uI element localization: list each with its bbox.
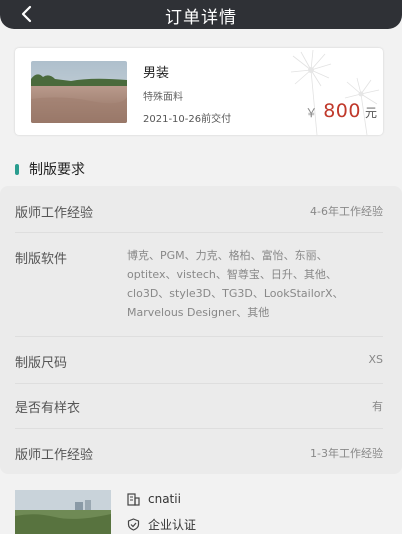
currency-symbol: ￥ bbox=[305, 106, 318, 120]
software-line: clo3D、style3D、TG3D、LookStailorX、 bbox=[127, 287, 344, 300]
req-label: 制版软件 bbox=[15, 252, 68, 267]
company-card[interactable]: cnatii 企业认证 bbox=[15, 490, 387, 534]
price-unit: 元 bbox=[364, 106, 377, 120]
software-line: Marvelous Designer、其他 bbox=[127, 306, 270, 319]
req-label: 版师工作经验 bbox=[15, 206, 94, 221]
company-verify-row: 企业认证 bbox=[127, 516, 196, 533]
software-line: 博克、PGM、力克、格柏、富怡、东丽、 bbox=[127, 249, 328, 262]
req-label: 制版尺码 bbox=[15, 356, 68, 371]
verify-label: 企业认证 bbox=[148, 518, 197, 532]
shield-check-icon bbox=[127, 518, 140, 531]
product-title: 男装 bbox=[143, 66, 170, 81]
price-value: 800 bbox=[323, 100, 361, 122]
req-value: 有 bbox=[372, 400, 383, 413]
product-image[interactable] bbox=[31, 61, 127, 123]
req-row-size: 制版尺码 XS bbox=[15, 336, 383, 384]
req-row-software: 制版软件 博克、PGM、力克、格柏、富怡、东丽、 optitex、vistech… bbox=[15, 232, 383, 337]
software-line: optitex、vistech、智尊宝、日升、其他、 bbox=[127, 268, 337, 281]
page-title: 订单详情 bbox=[165, 8, 237, 28]
delivery-date: 2021-10-26前交付 bbox=[143, 114, 232, 125]
req-row-experience-2: 版师工作经验 1-3年工作经验 bbox=[15, 428, 383, 474]
building-icon bbox=[127, 492, 140, 506]
req-label: 版师工作经验 bbox=[15, 448, 94, 463]
section-title: 制版要求 bbox=[29, 162, 85, 178]
req-label: 是否有样衣 bbox=[15, 401, 81, 416]
req-value: 1-3年工作经验 bbox=[310, 447, 383, 460]
req-row-experience: 版师工作经验 4-6年工作经验 bbox=[15, 186, 383, 233]
price: ￥ 800 元 bbox=[305, 100, 377, 122]
requirements-card: 版师工作经验 4-6年工作经验 制版软件 博克、PGM、力克、格柏、富怡、东丽、… bbox=[0, 186, 402, 474]
software-list: 博克、PGM、力克、格柏、富怡、东丽、 optitex、vistech、智尊宝、… bbox=[127, 246, 383, 322]
order-summary-card[interactable]: 男装 特殊面料 2021-10-26前交付 ￥ 800 元 bbox=[15, 48, 383, 135]
req-value: 4-6年工作经验 bbox=[310, 205, 383, 218]
req-row-sample: 是否有样衣 有 bbox=[15, 383, 383, 429]
company-name-row: cnatii bbox=[127, 492, 181, 506]
section-accent-bar bbox=[15, 163, 19, 175]
top-navbar: 订单详情 bbox=[0, 0, 402, 29]
section-header: 制版要求 bbox=[15, 159, 85, 179]
material-label: 特殊面料 bbox=[143, 92, 183, 103]
req-value: XS bbox=[368, 353, 383, 366]
company-image[interactable] bbox=[15, 490, 111, 534]
company-name: cnatii bbox=[148, 492, 181, 506]
